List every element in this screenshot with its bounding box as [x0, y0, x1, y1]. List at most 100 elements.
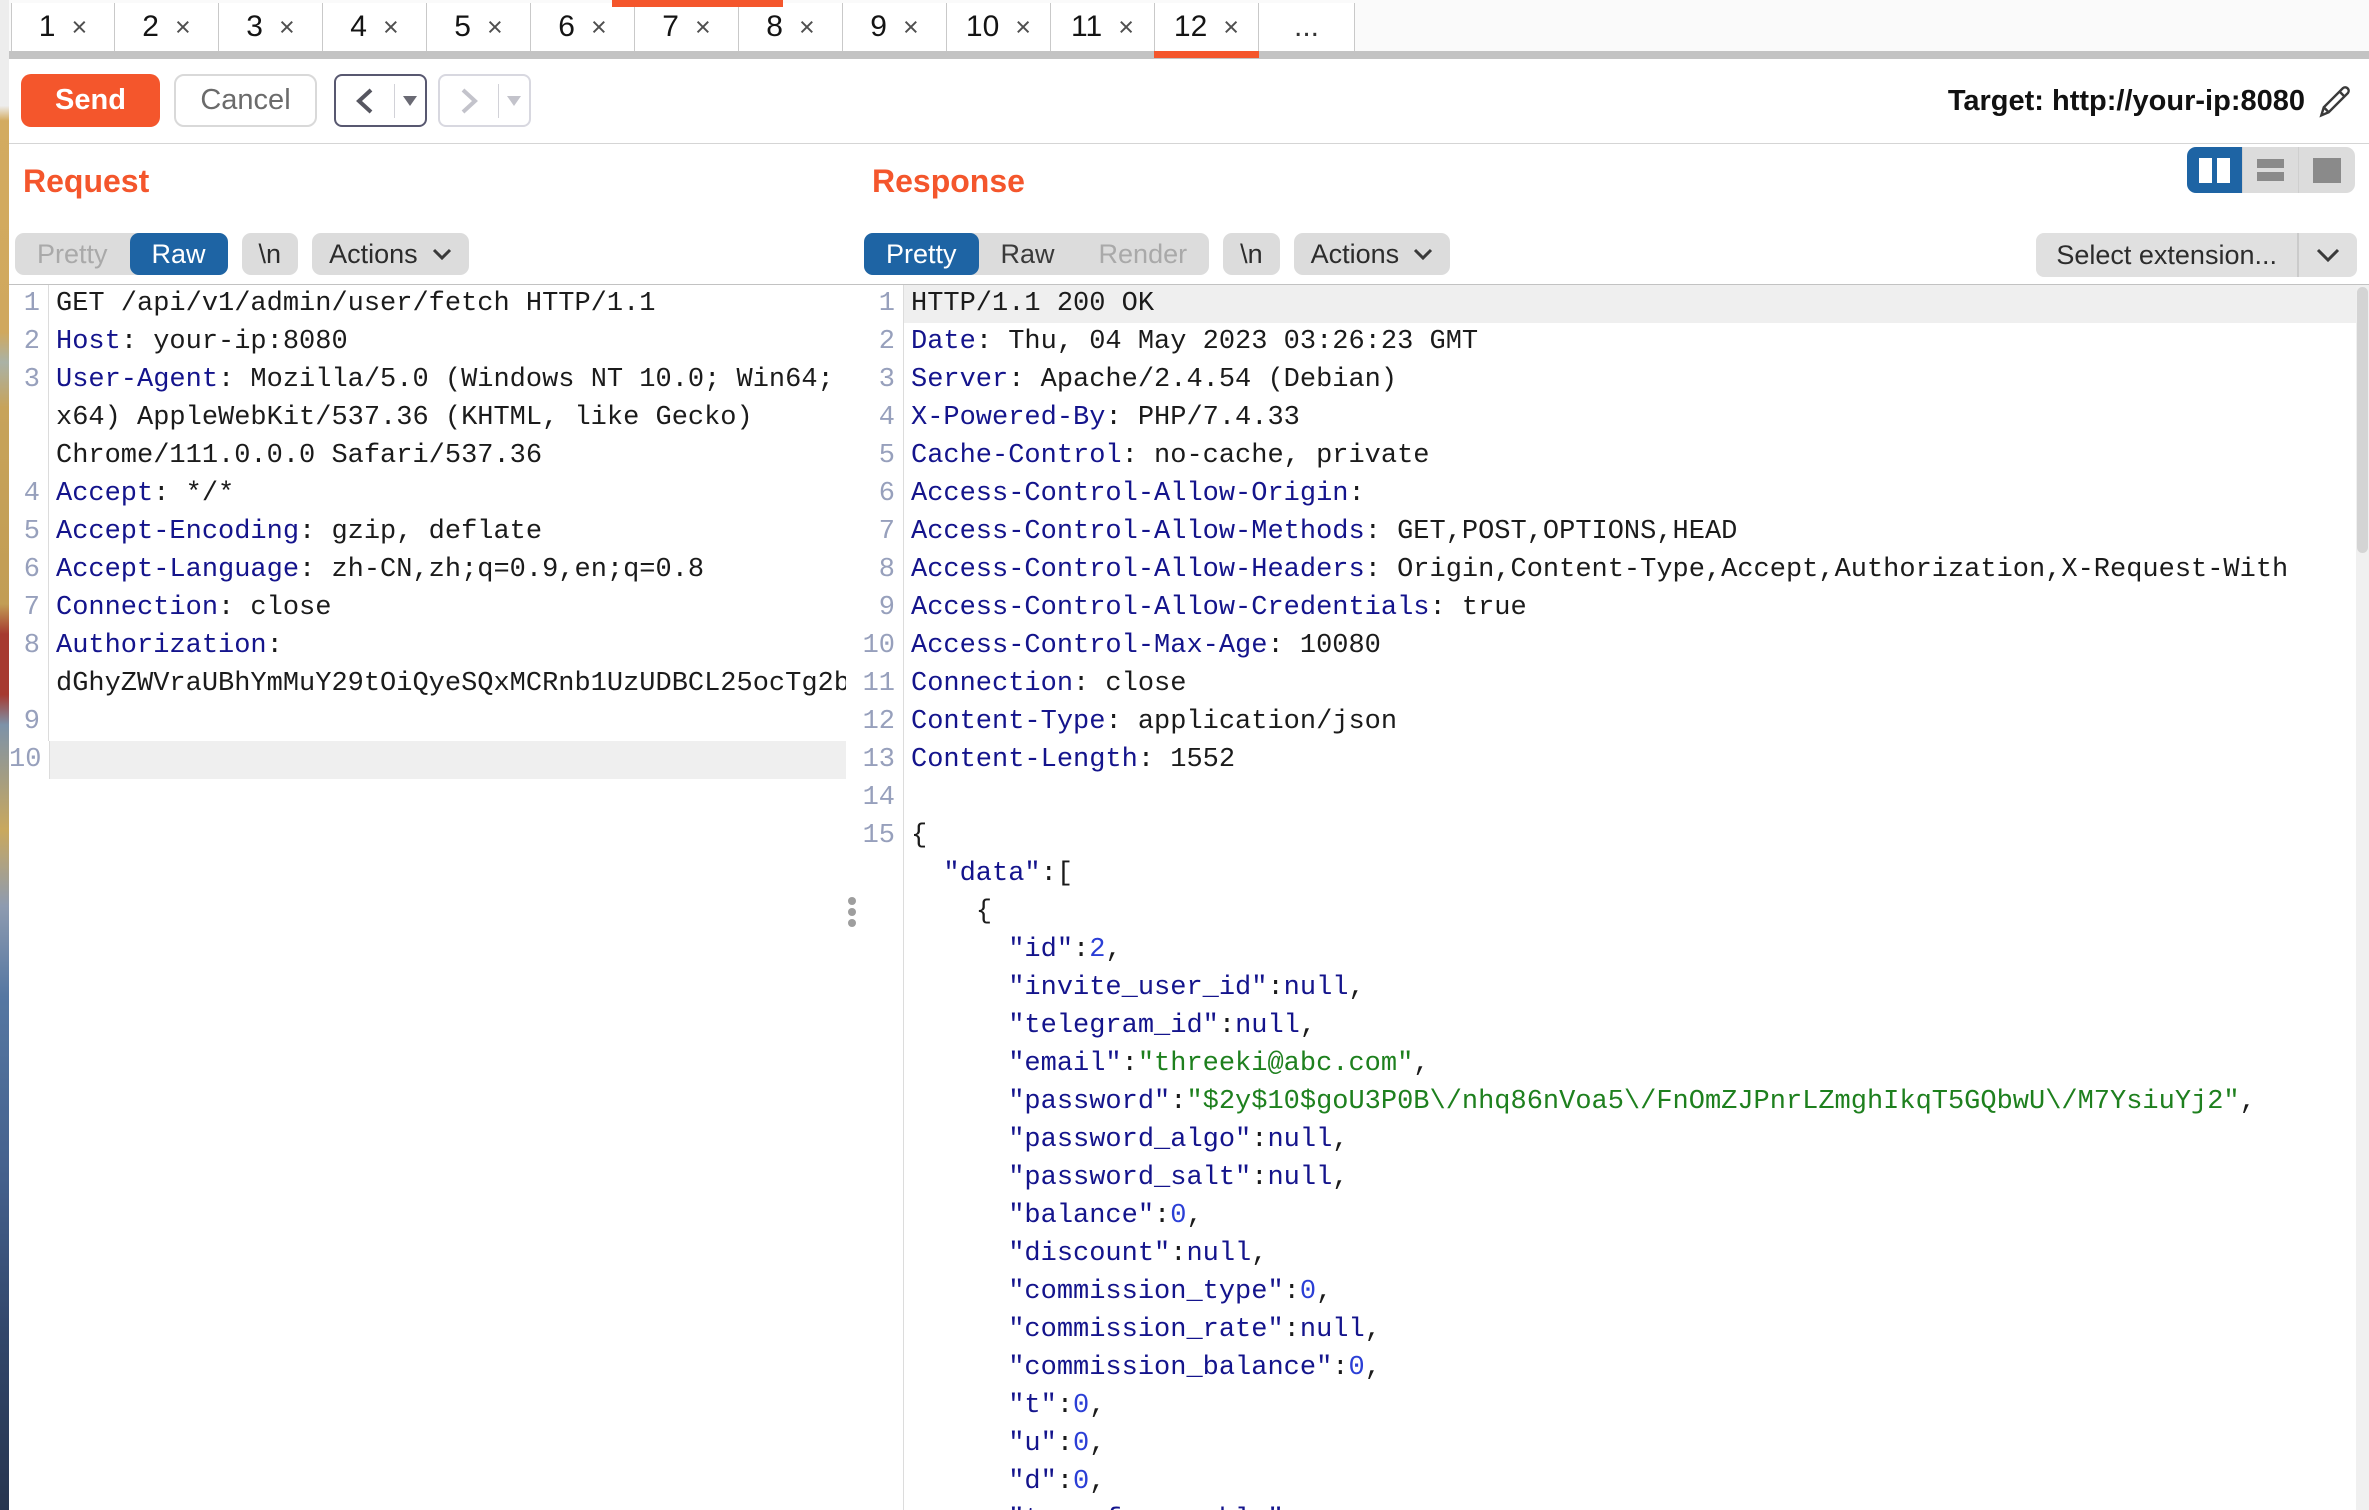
tab-close-icon[interactable]: × [695, 14, 711, 41]
splitter-handle-dot[interactable] [848, 919, 856, 927]
repeater-tab-11[interactable]: 11× [1051, 3, 1155, 51]
response-actions-label: Actions [1311, 239, 1400, 270]
line-number [858, 1501, 904, 1510]
repeater-tab-8[interactable]: 8× [739, 3, 843, 51]
code-line: 1GET /api/v1/admin/user/fetch HTTP/1.1 [9, 285, 846, 323]
tab-close-icon[interactable]: × [799, 14, 815, 41]
chevron-left-icon[interactable] [336, 86, 394, 116]
select-extension-dropdown[interactable]: Select extension... [2036, 233, 2357, 277]
response-scrollbar-thumb[interactable] [2357, 287, 2368, 553]
response-pretty-tab[interactable]: Pretty [864, 233, 979, 275]
code-text: "d":0, [904, 1463, 2356, 1501]
line-number: 3 [9, 361, 49, 475]
response-editor[interactable]: 1HTTP/1.1 200 OK2Date: Thu, 04 May 2023 … [858, 285, 2356, 1510]
repeater-tab-1[interactable]: 1× [11, 3, 115, 51]
tab-close-icon[interactable]: × [591, 14, 607, 41]
response-render-tab[interactable]: Render [1077, 233, 1210, 275]
chevron-down-icon[interactable] [2299, 233, 2357, 277]
response-view-switch: Pretty Raw Render [864, 233, 1209, 275]
line-number: 2 [9, 323, 49, 361]
tab-close-icon[interactable]: × [71, 14, 87, 41]
request-newline-toggle[interactable]: \n [242, 233, 299, 275]
line-number [858, 893, 904, 931]
code-text: Accept-Encoding: gzip, deflate [49, 513, 846, 551]
code-line: 8Authorization: dGhyZWVraUBhYmMuY29tOiQy… [9, 627, 846, 703]
code-text: Access-Control-Allow-Origin: [904, 475, 2356, 513]
code-line: 6Access-Control-Allow-Origin: [858, 475, 2356, 513]
tab-close-icon[interactable]: × [279, 14, 295, 41]
code-text: User-Agent: Mozilla/5.0 (Windows NT 10.0… [49, 361, 846, 475]
layout-rows-button[interactable] [2243, 147, 2299, 193]
repeater-tab-12[interactable]: 12× [1155, 3, 1259, 51]
splitter-handle-dot[interactable] [848, 908, 856, 916]
response-raw-tab[interactable]: Raw [979, 233, 1077, 275]
line-number [858, 1463, 904, 1501]
send-button[interactable]: Send [21, 74, 160, 127]
code-text: Date: Thu, 04 May 2023 03:26:23 GMT [904, 323, 2356, 361]
code-text: "password_algo":null, [904, 1121, 2356, 1159]
code-line: 2Host: your-ip:8080 [9, 323, 846, 361]
request-raw-tab[interactable]: Raw [130, 233, 228, 275]
line-number: 7 [9, 589, 49, 627]
line-number: 4 [858, 399, 904, 437]
line-number [858, 855, 904, 893]
splitter-handle-dot[interactable] [848, 897, 856, 905]
repeater-toolbar: Send Cancel Target: http://your-ip:8080 [9, 59, 2369, 144]
code-line: "invite_user_id":null, [858, 969, 2356, 1007]
request-actions-button[interactable]: Actions [312, 233, 469, 275]
repeater-tab-10[interactable]: 10× [947, 3, 1051, 51]
line-number: 9 [9, 703, 49, 741]
tab-overflow-label: ... [1294, 10, 1319, 44]
response-actions-button[interactable]: Actions [1294, 233, 1451, 275]
repeater-tab-4[interactable]: 4× [323, 3, 427, 51]
line-number [858, 1387, 904, 1425]
target-label: Target: [1948, 85, 2044, 117]
tab-close-icon[interactable]: × [175, 14, 191, 41]
repeater-tab-5[interactable]: 5× [427, 3, 531, 51]
tab-close-icon[interactable]: × [903, 14, 919, 41]
code-line: 7Connection: close [9, 589, 846, 627]
tab-label: 7 [662, 10, 679, 44]
line-number: 10 [858, 627, 904, 665]
repeater-tab-6[interactable]: 6× [531, 3, 635, 51]
line-number: 6 [858, 475, 904, 513]
response-newline-toggle[interactable]: \n [1223, 233, 1280, 275]
tab-label: 9 [870, 10, 887, 44]
code-line: "t":0, [858, 1387, 2356, 1425]
code-text: "transfer_enable" [904, 1501, 2356, 1510]
response-title: Response [872, 163, 1025, 200]
line-number: 3 [858, 361, 904, 399]
tab-close-icon[interactable]: × [1118, 14, 1134, 41]
back-history-caret-icon[interactable] [395, 96, 425, 106]
back-button-group[interactable] [334, 74, 427, 127]
response-scrollbar[interactable] [2356, 285, 2369, 1510]
layout-single-button[interactable] [2299, 147, 2355, 193]
code-line: 3User-Agent: Mozilla/5.0 (Windows NT 10.… [9, 361, 846, 475]
code-line: "commission_rate":null, [858, 1311, 2356, 1349]
code-text: "email":"threeki@abc.com", [904, 1045, 2356, 1083]
tab-close-icon[interactable]: × [1223, 14, 1239, 41]
code-text: Accept: */* [49, 475, 846, 513]
code-line: 6Accept-Language: zh-CN,zh;q=0.9,en;q=0.… [9, 551, 846, 589]
code-line: "u":0, [858, 1425, 2356, 1463]
repeater-tab-2[interactable]: 2× [115, 3, 219, 51]
tab-label: 5 [454, 10, 471, 44]
code-text: Connection: close [904, 665, 2356, 703]
repeater-tab-bar: 1×2×3×4×5×6×7×8×9×10×11×12×... [9, 0, 2369, 59]
tab-overflow-button[interactable]: ... [1259, 3, 1355, 51]
repeater-tab-3[interactable]: 3× [219, 3, 323, 51]
tab-close-icon[interactable]: × [383, 14, 399, 41]
code-text: Access-Control-Allow-Headers: Origin,Con… [904, 551, 2356, 589]
repeater-tab-9[interactable]: 9× [843, 3, 947, 51]
request-pretty-tab[interactable]: Pretty [15, 233, 130, 275]
code-line: 4X-Powered-By: PHP/7.4.33 [858, 399, 2356, 437]
request-editor[interactable]: 1GET /api/v1/admin/user/fetch HTTP/1.12H… [9, 285, 846, 1510]
select-extension-label: Select extension... [2036, 233, 2297, 277]
edit-target-button[interactable] [2313, 79, 2357, 123]
tab-close-icon[interactable]: × [1015, 14, 1031, 41]
line-number: 13 [858, 741, 904, 779]
cancel-button[interactable]: Cancel [174, 74, 317, 127]
layout-columns-button[interactable] [2187, 147, 2243, 193]
repeater-tab-7[interactable]: 7× [635, 3, 739, 51]
tab-close-icon[interactable]: × [487, 14, 503, 41]
